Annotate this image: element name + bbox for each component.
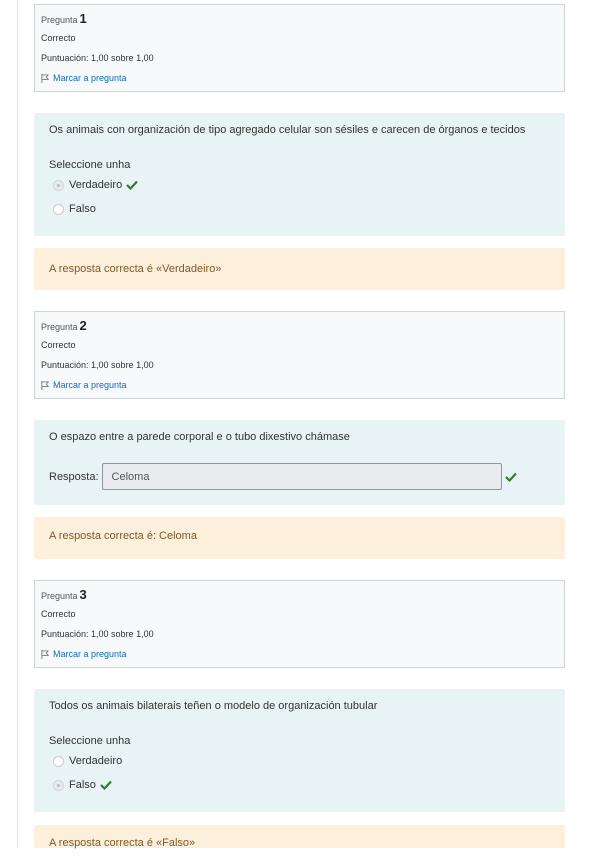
radio-button[interactable]: [53, 179, 64, 191]
question-1-info: Pregunta 1 Correcto Puntuación: 1,00 sobr…: [34, 4, 565, 92]
check-icon: [504, 472, 517, 482]
flag-link-label: Marcar a pregunta: [53, 380, 127, 390]
question-3-flag-link[interactable]: Marcar a pregunta: [41, 644, 558, 664]
question-number: 3: [79, 587, 87, 602]
question-label: Pregunta: [41, 322, 78, 332]
flag-icon: [41, 380, 50, 390]
question-label: Pregunta: [41, 591, 78, 601]
option-label: Verdadeiro: [69, 179, 123, 191]
question-2-info: Pregunta 2 Correcto Puntuación: 1,00 sobr…: [34, 311, 565, 399]
question-3-option-falso[interactable]: Falso: [53, 779, 112, 791]
option-label: Falso: [69, 203, 96, 215]
question-3-state: Correcto: [41, 609, 76, 619]
question-1-text: Os animais con organización de tipo agre…: [49, 124, 526, 136]
question-1-grade: Puntuación: 1,00 sobre 1,00: [41, 53, 154, 63]
question-2-text: O espazo entre a parede corporal e o tub…: [49, 431, 350, 443]
question-1-prompt: Seleccione unha: [49, 159, 131, 171]
question-2-content: O espazo entre a parede corporal e o tub…: [34, 420, 565, 505]
question-3-prompt: Seleccione unha: [49, 735, 131, 747]
question-2-grade: Puntuación: 1,00 sobre 1,00: [41, 360, 154, 370]
check-icon: [100, 780, 112, 790]
question-1-flag-link[interactable]: Marcar a pregunta: [41, 68, 558, 88]
question-2-feedback: A resposta correcta é: Celoma: [34, 517, 565, 559]
answer-label: Resposta:: [49, 470, 99, 483]
question-1-content: Os animais con organización de tipo agre…: [34, 113, 565, 236]
radio-button[interactable]: [53, 203, 64, 215]
question-3-info: Pregunta 3 Correcto Puntuación: 1,00 sobr…: [34, 580, 565, 668]
question-number: 1: [79, 11, 87, 26]
check-icon: [126, 180, 139, 190]
question-3-number: Pregunta 3: [41, 587, 558, 604]
question-3-content: Todos os animais bilaterais teñen o mode…: [34, 689, 565, 812]
page-left-border: [17, 0, 18, 848]
question-2-answer-row: Resposta: Celoma: [49, 463, 517, 490]
question-1-option-falso[interactable]: Falso: [53, 203, 96, 215]
question-2-state: Correcto: [41, 340, 76, 350]
flag-link-label: Marcar a pregunta: [53, 73, 127, 83]
option-label: Falso: [69, 779, 96, 791]
question-2-number: Pregunta 2: [41, 318, 558, 335]
question-3-option-verdadeiro[interactable]: Verdadeiro: [53, 755, 122, 767]
question-number: 2: [79, 318, 87, 333]
question-3-feedback: A resposta correcta é «Falso»: [34, 825, 565, 849]
radio-button[interactable]: [53, 779, 64, 791]
flag-icon: [41, 73, 50, 83]
question-label: Pregunta: [41, 15, 78, 25]
question-2-flag-link[interactable]: Marcar a pregunta: [41, 375, 558, 395]
question-1-feedback: A resposta correcta é «Verdadeiro»: [34, 248, 565, 290]
question-1-option-verdadeiro[interactable]: Verdadeiro: [53, 179, 139, 191]
question-1-number: Pregunta 1: [41, 11, 558, 28]
question-1-state: Correcto: [41, 33, 76, 43]
flag-icon: [41, 649, 50, 659]
question-3-text: Todos os animais bilaterais teñen o mode…: [49, 700, 378, 712]
radio-button[interactable]: [53, 755, 64, 767]
option-label: Verdadeiro: [69, 755, 123, 767]
question-3-grade: Puntuación: 1,00 sobre 1,00: [41, 629, 154, 639]
answer-input[interactable]: Celoma: [101, 463, 502, 490]
flag-link-label: Marcar a pregunta: [53, 649, 127, 659]
